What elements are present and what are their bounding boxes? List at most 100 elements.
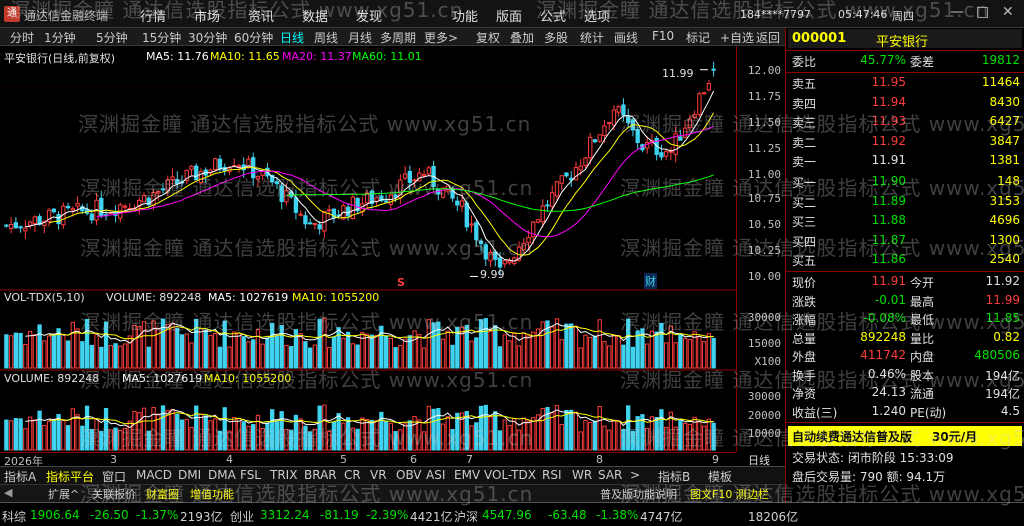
- volume-bar: [8, 420, 14, 451]
- period-tab[interactable]: 周线: [314, 29, 338, 46]
- tab-indicator[interactable]: CR: [344, 468, 361, 482]
- period-tab[interactable]: 月线: [348, 29, 372, 46]
- period-tab[interactable]: 分时: [10, 29, 34, 46]
- volume-bar: [531, 417, 536, 451]
- volume-bar: [659, 322, 664, 369]
- weibi-label: 委比: [792, 55, 817, 69]
- stock-code[interactable]: 000001: [792, 31, 846, 46]
- volume-bar: [65, 340, 71, 369]
- period-tab[interactable]: 更多>: [424, 29, 458, 46]
- tab-indicator-active[interactable]: 指标平台: [46, 468, 94, 485]
- volume-bar: [488, 330, 493, 369]
- weicha-label: 委差: [910, 55, 935, 69]
- extension-tab[interactable]: 图文F10 测边栏: [690, 486, 769, 502]
- tab-indicator[interactable]: 窗口: [102, 468, 126, 485]
- tab-indicator[interactable]: FSL: [240, 468, 261, 482]
- toolbar-button[interactable]: +自选: [720, 29, 754, 46]
- kline-chart[interactable]: [0, 46, 736, 452]
- volume-bar: [279, 324, 284, 369]
- volume-bar: [345, 417, 351, 451]
- period-tab[interactable]: 1分钟: [44, 29, 76, 46]
- volume-bar: [113, 427, 118, 451]
- volume-bar: [37, 324, 42, 369]
- menu-item[interactable]: 行情: [140, 6, 166, 25]
- period-tab[interactable]: 15分钟: [142, 29, 181, 46]
- finance-event-marker[interactable]: 财: [644, 273, 657, 289]
- candle-body: [151, 191, 156, 206]
- promo-text[interactable]: 自动续费通达信普及版: [792, 428, 912, 445]
- menu-item[interactable]: 版面: [496, 6, 522, 25]
- toolbar-button[interactable]: 返回: [756, 29, 780, 46]
- stat-value: -0.08%: [863, 311, 906, 325]
- tab-indicator[interactable]: TRIX: [270, 468, 297, 482]
- tab-indicator[interactable]: 指标B: [658, 468, 690, 485]
- toolbar-button[interactable]: 统计: [580, 29, 604, 46]
- tab-indicator[interactable]: 模板: [708, 468, 732, 485]
- toolbar-button[interactable]: 标记: [686, 29, 710, 46]
- period-tab[interactable]: 5分钟: [96, 29, 128, 46]
- menu-item[interactable]: 数据: [302, 6, 328, 25]
- extension-tab[interactable]: 扩展^: [48, 486, 79, 502]
- menu-item[interactable]: 公式: [540, 6, 566, 25]
- user-id[interactable]: 184****7797: [740, 8, 811, 21]
- index-status-item: 创业: [230, 510, 255, 524]
- extension-tab[interactable]: 增值功能: [190, 486, 234, 502]
- volume-bar: [246, 425, 251, 451]
- volume-bar: [307, 431, 313, 451]
- volume-bar: [540, 321, 545, 369]
- period-tab[interactable]: 多周期: [380, 29, 416, 46]
- tab-indicator[interactable]: ASI: [426, 468, 445, 482]
- volume-bar: [493, 411, 498, 451]
- candle-body: [51, 208, 57, 213]
- menu-item[interactable]: 发现: [356, 6, 382, 25]
- toolbar-button[interactable]: 复权: [476, 29, 500, 46]
- tab-indicator[interactable]: WR: [572, 468, 592, 482]
- extension-tab[interactable]: 财富圈: [146, 486, 179, 502]
- volume-bar: [583, 334, 588, 369]
- volume-bar: [265, 422, 270, 451]
- extension-tab[interactable]: 关联报价: [92, 486, 136, 502]
- period-tab[interactable]: 30分钟: [188, 29, 227, 46]
- toolbar-button[interactable]: 多股: [544, 29, 568, 46]
- extension-tab[interactable]: 普及版功能说明: [600, 486, 677, 502]
- tab-indicator[interactable]: VOL-TDX: [484, 468, 536, 482]
- promo-price[interactable]: 30元/月: [932, 428, 977, 445]
- volume-bar: [80, 341, 85, 369]
- tab-indicator[interactable]: DMA: [208, 468, 236, 482]
- tab-indicator[interactable]: MACD: [136, 468, 172, 482]
- stock-name[interactable]: 平安银行: [876, 31, 928, 50]
- volume-bar: [94, 333, 99, 369]
- tab-indicator[interactable]: OBV: [396, 468, 422, 482]
- volume-bar: [13, 332, 19, 369]
- minimize-icon[interactable]: —: [950, 4, 964, 20]
- menu-item[interactable]: 市场: [194, 6, 220, 25]
- toolbar-button[interactable]: 画线: [614, 29, 638, 46]
- tab-indicator[interactable]: RSI: [542, 468, 562, 482]
- volume-bar: [687, 423, 693, 451]
- tab-indicator[interactable]: VR: [370, 468, 387, 482]
- close-icon[interactable]: ✕: [1002, 4, 1014, 20]
- menu-item[interactable]: 资讯: [248, 6, 274, 25]
- tab-indicator[interactable]: EMV: [454, 468, 480, 482]
- tab-indicator[interactable]: 指标A: [4, 468, 36, 485]
- tab-indicator[interactable]: BRAR: [304, 468, 337, 482]
- stat-label: 净资: [792, 387, 817, 401]
- volume-bar: [160, 318, 166, 369]
- tab-indicator[interactable]: DMI: [178, 468, 201, 482]
- ask-price: 11.94: [871, 94, 906, 109]
- toolbar-button[interactable]: 叠加: [510, 29, 534, 46]
- candle-body: [426, 167, 431, 175]
- menu-item[interactable]: 选项: [584, 6, 610, 25]
- extension-tabs: ◀ 扩展^ 关联报价 财富圈 增值功能 普及版功能说明 图文F10 测边栏: [0, 484, 785, 502]
- maximize-icon[interactable]: □: [976, 4, 989, 20]
- tab-scroll-right[interactable]: >: [630, 468, 640, 482]
- tab-indicator[interactable]: SAR: [598, 468, 622, 482]
- volume-bar: [241, 336, 246, 369]
- period-tab[interactable]: 60分钟: [234, 29, 273, 46]
- toolbar-button[interactable]: F10: [652, 29, 674, 43]
- scroll-left-icon[interactable]: ◀: [4, 486, 12, 499]
- volume-bar: [189, 426, 194, 451]
- period-tab-active[interactable]: 日线: [280, 29, 304, 46]
- candle-body: [526, 237, 531, 244]
- menu-item[interactable]: 功能: [452, 6, 478, 25]
